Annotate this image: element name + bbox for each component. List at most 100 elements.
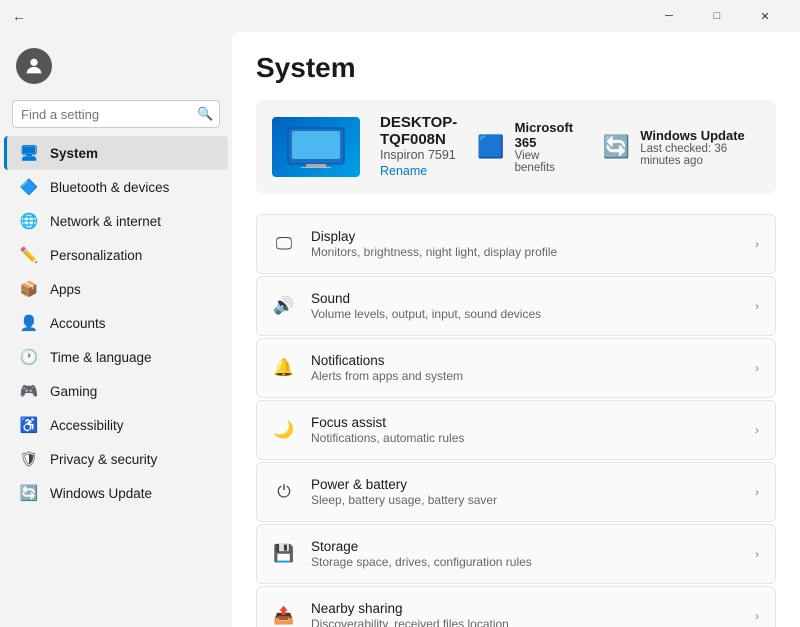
- sidebar-icon-privacy: 🛡: [20, 450, 38, 468]
- title-bar-controls: ─ □ ✕: [646, 0, 788, 32]
- search-input[interactable]: [21, 107, 197, 122]
- card-action-subtitle-winupdate: Last checked: 36 minutes ago: [640, 143, 760, 167]
- search-icon[interactable]: 🔍: [197, 106, 213, 122]
- settings-subtitle-notifications: Alerts from apps and system: [311, 369, 739, 383]
- avatar[interactable]: [16, 48, 52, 84]
- sidebar-label-system: System: [50, 146, 98, 161]
- settings-text-sound: Sound Volume levels, output, input, soun…: [311, 291, 739, 321]
- close-button[interactable]: ✕: [742, 0, 788, 32]
- page-title: System: [256, 52, 776, 84]
- settings-subtitle-focus: Notifications, automatic rules: [311, 431, 739, 445]
- settings-item-nearby[interactable]: 📤 Nearby sharing Discoverability, receiv…: [256, 586, 776, 627]
- settings-title-focus: Focus assist: [311, 415, 739, 430]
- rename-link[interactable]: Rename: [380, 164, 427, 178]
- settings-title-display: Display: [311, 229, 739, 244]
- settings-icon-sound: 🔊: [273, 295, 295, 317]
- sidebar-label-bluetooth: Bluetooth & devices: [50, 180, 169, 195]
- sidebar-icon-accessibility: ♿: [20, 416, 38, 434]
- sidebar-item-network[interactable]: 🌐 Network & internet: [4, 204, 228, 238]
- sidebar-item-personalization[interactable]: ✏️ Personalization: [4, 238, 228, 272]
- settings-list: 🖵 Display Monitors, brightness, night li…: [256, 214, 776, 627]
- computer-info-card: DESKTOP-TQF008N Inspiron 7591 Rename 🟦 M…: [256, 100, 776, 194]
- profile-area: [0, 40, 232, 96]
- sidebar-icon-update: 🔄: [20, 484, 38, 502]
- settings-icon-display: 🖵: [273, 233, 295, 255]
- sidebar-icon-time: 🕐: [20, 348, 38, 366]
- sidebar-icon-network: 🌐: [20, 212, 38, 230]
- computer-thumbnail: [272, 117, 360, 177]
- card-action-icon-winupdate: 🔄: [603, 131, 630, 163]
- sidebar-label-personalization: Personalization: [50, 248, 142, 263]
- sidebar-item-update[interactable]: 🔄 Windows Update: [4, 476, 228, 510]
- sidebar-icon-accounts: 👤: [20, 314, 38, 332]
- sidebar-icon-system: 🖥: [20, 144, 38, 162]
- search-box[interactable]: 🔍: [12, 100, 220, 128]
- card-action-winupdate[interactable]: 🔄 Windows Update Last checked: 36 minute…: [603, 120, 760, 174]
- sidebar-item-time[interactable]: 🕐 Time & language: [4, 340, 228, 374]
- card-action-text-ms365: Microsoft 365 View benefits: [515, 120, 579, 174]
- sidebar-icon-gaming: 🎮: [20, 382, 38, 400]
- settings-text-storage: Storage Storage space, drives, configura…: [311, 539, 739, 569]
- card-action-icon-ms365: 🟦: [477, 131, 504, 163]
- settings-item-storage[interactable]: 💾 Storage Storage space, drives, configu…: [256, 524, 776, 584]
- chevron-right-icon-sound: ›: [755, 299, 759, 313]
- sidebar-item-apps[interactable]: 📦 Apps: [4, 272, 228, 306]
- computer-model: Inspiron 7591: [380, 148, 457, 162]
- card-action-ms365[interactable]: 🟦 Microsoft 365 View benefits: [477, 120, 579, 174]
- chevron-right-icon-focus: ›: [755, 423, 759, 437]
- chevron-right-icon-display: ›: [755, 237, 759, 251]
- card-action-title-winupdate: Windows Update: [640, 128, 760, 143]
- settings-item-focus[interactable]: 🌙 Focus assist Notifications, automatic …: [256, 400, 776, 460]
- sidebar-item-gaming[interactable]: 🎮 Gaming: [4, 374, 228, 408]
- settings-title-power: Power & battery: [311, 477, 739, 492]
- settings-item-power[interactable]: ⏻ Power & battery Sleep, battery usage, …: [256, 462, 776, 522]
- back-icon[interactable]: ←: [12, 8, 26, 24]
- settings-icon-notifications: 🔔: [273, 357, 295, 379]
- chevron-right-icon-storage: ›: [755, 547, 759, 561]
- settings-item-display[interactable]: 🖵 Display Monitors, brightness, night li…: [256, 214, 776, 274]
- sidebar-label-network: Network & internet: [50, 214, 161, 229]
- sidebar-item-bluetooth[interactable]: 🔷 Bluetooth & devices: [4, 170, 228, 204]
- sidebar-icon-personalization: ✏️: [20, 246, 38, 264]
- sidebar-label-accounts: Accounts: [50, 316, 106, 331]
- computer-name: DESKTOP-TQF008N: [380, 114, 457, 148]
- chevron-right-icon-notifications: ›: [755, 361, 759, 375]
- sidebar-label-time: Time & language: [50, 350, 152, 365]
- settings-icon-storage: 💾: [273, 543, 295, 565]
- settings-text-power: Power & battery Sleep, battery usage, ba…: [311, 477, 739, 507]
- title-bar: ← ─ □ ✕: [0, 0, 800, 32]
- sidebar-label-accessibility: Accessibility: [50, 418, 124, 433]
- sidebar-label-privacy: Privacy & security: [50, 452, 157, 467]
- sidebar-item-privacy[interactable]: 🛡 Privacy & security: [4, 442, 228, 476]
- sidebar-item-system[interactable]: 🖥 System: [4, 136, 228, 170]
- settings-item-notifications[interactable]: 🔔 Notifications Alerts from apps and sys…: [256, 338, 776, 398]
- sidebar-icon-apps: 📦: [20, 280, 38, 298]
- sidebar-nav: 🖥 System 🔷 Bluetooth & devices 🌐 Network…: [0, 136, 232, 510]
- settings-text-display: Display Monitors, brightness, night ligh…: [311, 229, 739, 259]
- app-body: 🔍 🖥 System 🔷 Bluetooth & devices 🌐 Netwo…: [0, 32, 800, 627]
- sidebar-item-accounts[interactable]: 👤 Accounts: [4, 306, 228, 340]
- main-content: System DESKTOP-TQF008N Inspiron 7591 Ren…: [232, 32, 800, 627]
- sidebar-icon-bluetooth: 🔷: [20, 178, 38, 196]
- sidebar-label-apps: Apps: [50, 282, 81, 297]
- card-action-text-winupdate: Windows Update Last checked: 36 minutes …: [640, 128, 760, 167]
- title-bar-left: ←: [12, 8, 36, 24]
- minimize-button[interactable]: ─: [646, 0, 692, 32]
- settings-title-notifications: Notifications: [311, 353, 739, 368]
- settings-icon-focus: 🌙: [273, 419, 295, 441]
- settings-icon-power: ⏻: [273, 481, 295, 503]
- maximize-button[interactable]: □: [694, 0, 740, 32]
- settings-subtitle-power: Sleep, battery usage, battery saver: [311, 493, 739, 507]
- sidebar-label-update: Windows Update: [50, 486, 152, 501]
- card-action-subtitle-ms365: View benefits: [515, 150, 579, 174]
- settings-subtitle-sound: Volume levels, output, input, sound devi…: [311, 307, 739, 321]
- sidebar-item-accessibility[interactable]: ♿ Accessibility: [4, 408, 228, 442]
- settings-text-notifications: Notifications Alerts from apps and syste…: [311, 353, 739, 383]
- card-actions: 🟦 Microsoft 365 View benefits 🔄 Windows …: [477, 120, 760, 174]
- sidebar: 🔍 🖥 System 🔷 Bluetooth & devices 🌐 Netwo…: [0, 32, 232, 627]
- settings-subtitle-nearby: Discoverability, received files location: [311, 617, 739, 627]
- settings-text-focus: Focus assist Notifications, automatic ru…: [311, 415, 739, 445]
- settings-icon-nearby: 📤: [273, 605, 295, 627]
- settings-title-storage: Storage: [311, 539, 739, 554]
- settings-item-sound[interactable]: 🔊 Sound Volume levels, output, input, so…: [256, 276, 776, 336]
